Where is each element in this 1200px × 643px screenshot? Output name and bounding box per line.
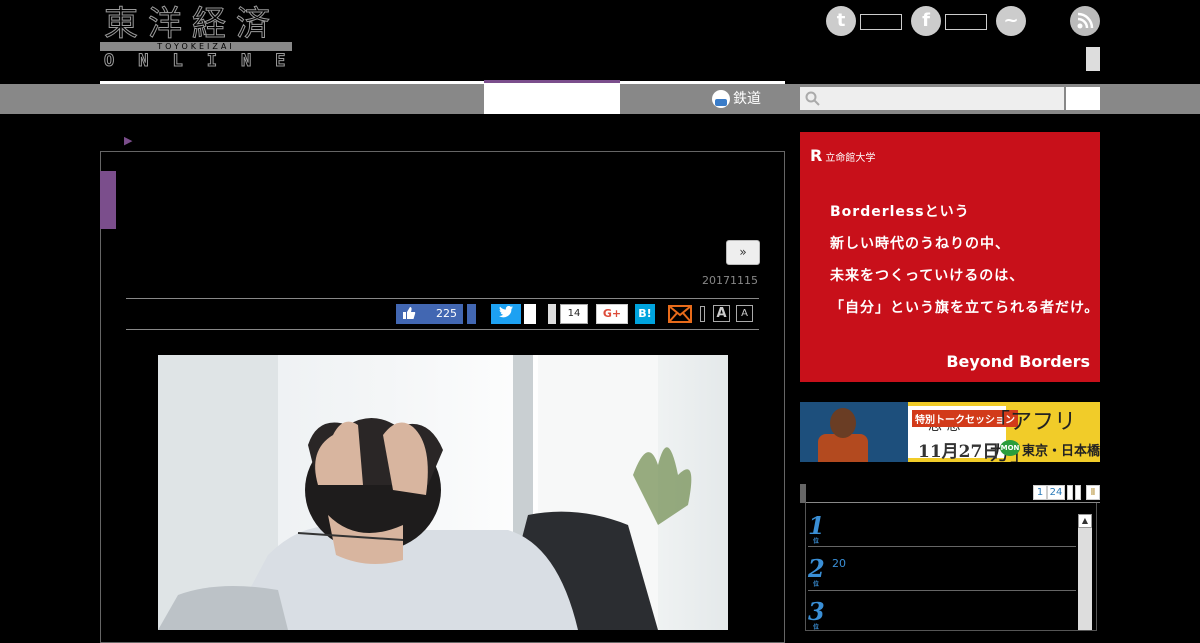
ad-place: 東京・日本橋 [1022,444,1100,459]
rank-number: 3位 [808,597,825,632]
ad-portrait-body [818,434,868,462]
shiso-africa-ad-banner[interactable]: 思 想 特別トークセッション 「アフリカ」 11月27日 MON 東京・日本橋 [800,402,1100,462]
rank-number: 1位 [808,511,825,546]
twitter-follow-count[interactable] [860,14,902,30]
train-icon [712,90,730,108]
ritsumeikan-ad-banner[interactable]: R 立命館大学 Borderlessという 新しい時代のうねりの中、 未来をつくっ… [800,132,1100,382]
facebook-like-count[interactable] [945,14,987,30]
ranking-scrollbar[interactable] [1078,514,1092,630]
ranking-tab-24h[interactable]: 24 [1047,485,1065,500]
rss-icon[interactable] [1070,6,1100,36]
messenger-icon[interactable]: ~ [996,6,1026,36]
nav-item-rail[interactable]: 鉄道 [712,84,761,114]
tweet-count [524,304,536,324]
article-date: 20171115 [702,274,758,287]
rank-item-title[interactable]: 20 [832,557,846,570]
rank-number-digit: 3 [808,597,825,626]
site-logo[interactable]: 東洋経済 [104,4,280,45]
rank-number: 2位 [808,554,825,589]
share-divider-top [126,298,759,299]
ad-copy-line: 「自分」という旗を立てられる者だけ。 [830,300,1100,316]
ad-copy-line: 未来をつくっていけるのは、 [830,268,1025,284]
stressed-man-image [158,355,692,630]
nav-rail-label: 鉄道 [733,91,761,107]
twitter-icon[interactable]: t [826,6,856,36]
article-category-tag [100,171,116,229]
font-large-button[interactable]: A [713,305,730,322]
ad-brand-logo: R 立命館大学 [810,146,875,165]
ad-copy-line: 新しい時代のうねりの中、 [830,236,1010,252]
header-menu-button[interactable] [1086,47,1100,71]
nav-tab-active[interactable] [484,84,620,114]
print-button[interactable] [700,306,705,322]
facebook-icon[interactable]: f [911,6,941,36]
ad-copy: Borderlessという 新しい時代のうねりの中、 未来をつくっていけるのは、… [830,196,1099,324]
ad-brand-name: 立命館大学 [825,153,876,164]
twitter-bird-icon [499,305,513,318]
search-input[interactable] [800,87,1064,110]
article-photo [158,355,728,630]
facebook-share-button[interactable] [467,304,476,324]
messenger-glyph: ~ [1003,10,1019,31]
ad-brand-mark: R [810,146,823,165]
ad-tagline: Beyond Borders [946,352,1090,371]
hatena-count-tab [548,304,556,324]
ranking-header-bar [800,484,806,503]
next-page-button[interactable]: » [726,240,760,265]
logo-romaji: TOYOKEIZAI [157,42,235,51]
share-divider-bottom [126,329,759,330]
ranking-tab-more[interactable]: Ⅱ [1086,485,1100,500]
tweet-button[interactable] [491,304,521,324]
nav-active-accent [484,80,620,83]
ranking-tab-week[interactable] [1067,485,1073,500]
hatena-bookmark-button[interactable]: B! [635,304,655,324]
hatena-count[interactable]: 14 [560,304,588,324]
ad-portrait-image [800,402,908,462]
facebook-glyph: f [922,10,930,31]
font-small-button[interactable]: A [736,305,753,322]
ad-copy-line: Borderlessという [830,204,970,220]
google-plus-button[interactable]: G+ [596,304,628,324]
mail-icon[interactable] [668,304,692,324]
rss-glyph [1077,12,1094,29]
search-icon [805,91,820,106]
scroll-up-arrow-icon[interactable]: ▲ [1078,514,1092,528]
rank-divider [808,546,1076,547]
like-count: 225 [436,307,457,320]
breadcrumb-arrow-icon[interactable]: ▶ [124,134,132,147]
rank-divider [808,590,1076,591]
twitter-glyph: t [836,10,846,31]
thumbs-up-icon [402,304,416,324]
logo-online: ONLINE [103,51,310,71]
ranking-tab-1h[interactable]: 1 [1033,485,1047,500]
ad-portrait-face [830,408,856,438]
search-button[interactable] [1066,87,1100,110]
ranking-tab-month[interactable] [1075,485,1081,500]
rank-number-digit: 1 [808,511,825,540]
ranking-list [805,503,1097,631]
ad-date: 11月27日 [918,442,1000,462]
rank-number-digit: 2 [808,554,825,583]
ad-day-badge: MON [1000,440,1020,456]
facebook-like-button[interactable]: 225 [396,304,463,324]
